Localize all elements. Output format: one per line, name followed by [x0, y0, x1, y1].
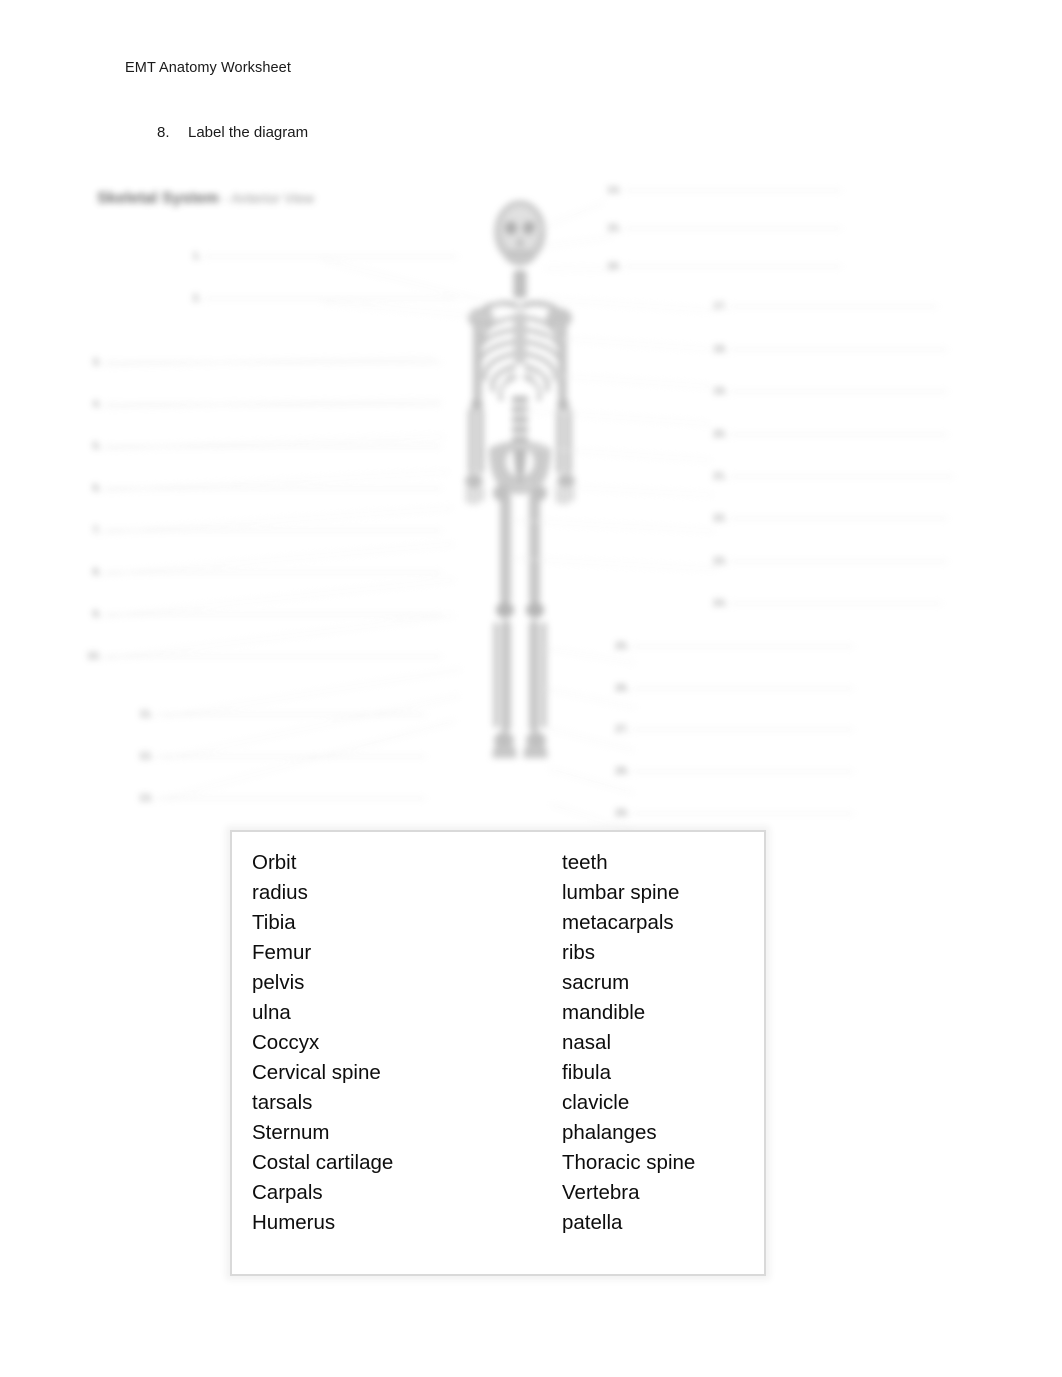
diagram-title: Skeletal System - Anterior View — [97, 190, 314, 208]
word-bank-term[interactable]: Orbit — [252, 848, 562, 878]
word-bank-term[interactable]: Thoracic spine — [562, 1148, 695, 1178]
diagram-label-blank[interactable]: 14. — [607, 184, 841, 196]
word-bank-term[interactable]: clavicle — [562, 1088, 695, 1118]
worksheet-page: EMT Anatomy Worksheet 8. Label the diagr… — [0, 0, 1062, 1377]
diagram-label-blank[interactable]: 1. — [187, 250, 457, 262]
label-number: 10. — [87, 650, 101, 662]
label-number: 20. — [713, 428, 727, 440]
word-bank-term[interactable]: lumbar spine — [562, 878, 695, 908]
word-bank-term[interactable]: patella — [562, 1208, 695, 1238]
diagram-label-blank[interactable]: 18. — [713, 343, 947, 355]
skeletal-system-diagram: Skeletal System - Anterior View 1. 2. 3.… — [75, 168, 953, 836]
diagram-label-blank[interactable]: 20. — [713, 428, 947, 440]
word-bank-term[interactable]: ribs — [562, 938, 695, 968]
word-bank-term[interactable]: radius — [252, 878, 562, 908]
word-bank-term[interactable]: Costal cartilage — [252, 1148, 562, 1178]
label-number: 2. — [192, 292, 201, 304]
diagram-label-blank[interactable]: 4. — [87, 398, 441, 410]
label-number: 15. — [607, 222, 621, 234]
diagram-label-blank[interactable]: 19. — [713, 385, 947, 397]
diagram-label-blank[interactable]: 13. — [139, 792, 425, 804]
label-number: 8. — [92, 566, 101, 578]
word-bank-content: Orbit radius Tibia Femur pelvis ulna Coc… — [232, 832, 764, 1274]
label-number: 16. — [607, 260, 621, 272]
diagram-title-subtitle: - Anterior View — [223, 190, 315, 206]
label-number: 28. — [615, 765, 629, 777]
question-number: 8. — [157, 124, 170, 141]
diagram-title-main: Skeletal System — [97, 190, 219, 207]
word-bank-term[interactable]: ulna — [252, 998, 562, 1028]
diagram-label-blank[interactable]: 9. — [87, 608, 441, 620]
diagram-label-blank[interactable]: 10. — [87, 650, 441, 662]
label-number: 13. — [139, 792, 153, 804]
word-bank-term[interactable]: Sternum — [252, 1118, 562, 1148]
diagram-label-blank[interactable]: 17. — [713, 300, 937, 312]
label-number: 24. — [713, 597, 727, 609]
diagram-label-blank[interactable]: 23. — [713, 555, 947, 567]
word-bank-term[interactable]: pelvis — [252, 968, 562, 998]
label-number: 14. — [607, 184, 621, 196]
word-bank-column-left: Orbit radius Tibia Femur pelvis ulna Coc… — [252, 848, 562, 1274]
word-bank-term[interactable]: fibula — [562, 1058, 695, 1088]
diagram-label-blank[interactable]: 25. — [615, 640, 853, 652]
label-number: 6. — [92, 482, 101, 494]
diagram-label-blank[interactable]: 26. — [615, 682, 853, 694]
word-bank-term[interactable]: Coccyx — [252, 1028, 562, 1058]
label-number: 11. — [139, 708, 153, 720]
label-number: 26. — [615, 682, 629, 694]
human-skeleton-anterior-icon — [415, 190, 625, 830]
label-number: 5. — [92, 440, 101, 452]
diagram-label-blank[interactable]: 7. — [87, 524, 441, 536]
question-text: Label the diagram — [188, 124, 309, 141]
word-bank-term[interactable]: metacarpals — [562, 908, 695, 938]
diagram-label-blank[interactable]: 15. — [607, 222, 841, 234]
word-bank-term[interactable]: Carpals — [252, 1178, 562, 1208]
word-bank-term[interactable]: Femur — [252, 938, 562, 968]
diagram-label-blank[interactable]: 24. — [713, 597, 941, 609]
diagram-label-blank[interactable]: 22. — [713, 512, 947, 524]
diagram-label-blank[interactable]: 2. — [187, 292, 457, 304]
word-bank-term[interactable]: Tibia — [252, 908, 562, 938]
diagram-label-blank[interactable]: 21. — [713, 470, 953, 482]
word-bank-term[interactable]: mandible — [562, 998, 695, 1028]
word-bank-term[interactable]: Humerus — [252, 1208, 562, 1238]
word-bank-term[interactable]: tarsals — [252, 1088, 562, 1118]
label-number: 7. — [92, 524, 101, 536]
label-number: 3. — [92, 356, 101, 368]
label-number: 27. — [615, 723, 629, 735]
diagram-label-blank[interactable]: 3. — [87, 356, 441, 368]
label-number: 9. — [92, 608, 101, 620]
diagram-label-blank[interactable]: 27. — [615, 723, 853, 735]
diagram-label-blank[interactable]: 8. — [87, 566, 441, 578]
label-number: 17. — [713, 300, 727, 312]
word-bank-term[interactable]: Cervical spine — [252, 1058, 562, 1088]
label-number: 22. — [713, 512, 727, 524]
label-number: 18. — [713, 343, 727, 355]
label-number: 25. — [615, 640, 629, 652]
word-bank-term[interactable]: nasal — [562, 1028, 695, 1058]
label-number: 19. — [713, 385, 727, 397]
word-bank-column-right: teeth lumbar spine metacarpals ribs sacr… — [562, 848, 695, 1274]
label-number: 4. — [92, 398, 101, 410]
label-number: 23. — [713, 555, 727, 567]
word-bank-term[interactable]: Vertebra — [562, 1178, 695, 1208]
word-bank-term[interactable]: teeth — [562, 848, 695, 878]
label-number: 29. — [615, 807, 629, 819]
diagram-label-blank[interactable]: 11. — [139, 708, 425, 720]
diagram-label-blank[interactable]: 28. — [615, 765, 853, 777]
document-header: EMT Anatomy Worksheet — [125, 60, 291, 76]
diagram-label-blank[interactable]: 6. — [87, 482, 441, 494]
diagram-label-blank[interactable]: 16. — [607, 260, 841, 272]
question-item-8: 8. Label the diagram — [157, 124, 308, 141]
word-bank-box: Orbit radius Tibia Femur pelvis ulna Coc… — [230, 830, 766, 1276]
label-number: 21. — [713, 470, 727, 482]
label-number: 12. — [139, 750, 153, 762]
label-number: 1. — [192, 250, 201, 262]
word-bank-term[interactable]: sacrum — [562, 968, 695, 998]
diagram-label-blank[interactable]: 5. — [87, 440, 441, 452]
diagram-label-blank[interactable]: 29. — [615, 807, 853, 819]
diagram-label-blank[interactable]: 12. — [139, 750, 425, 762]
word-bank-term[interactable]: phalanges — [562, 1118, 695, 1148]
